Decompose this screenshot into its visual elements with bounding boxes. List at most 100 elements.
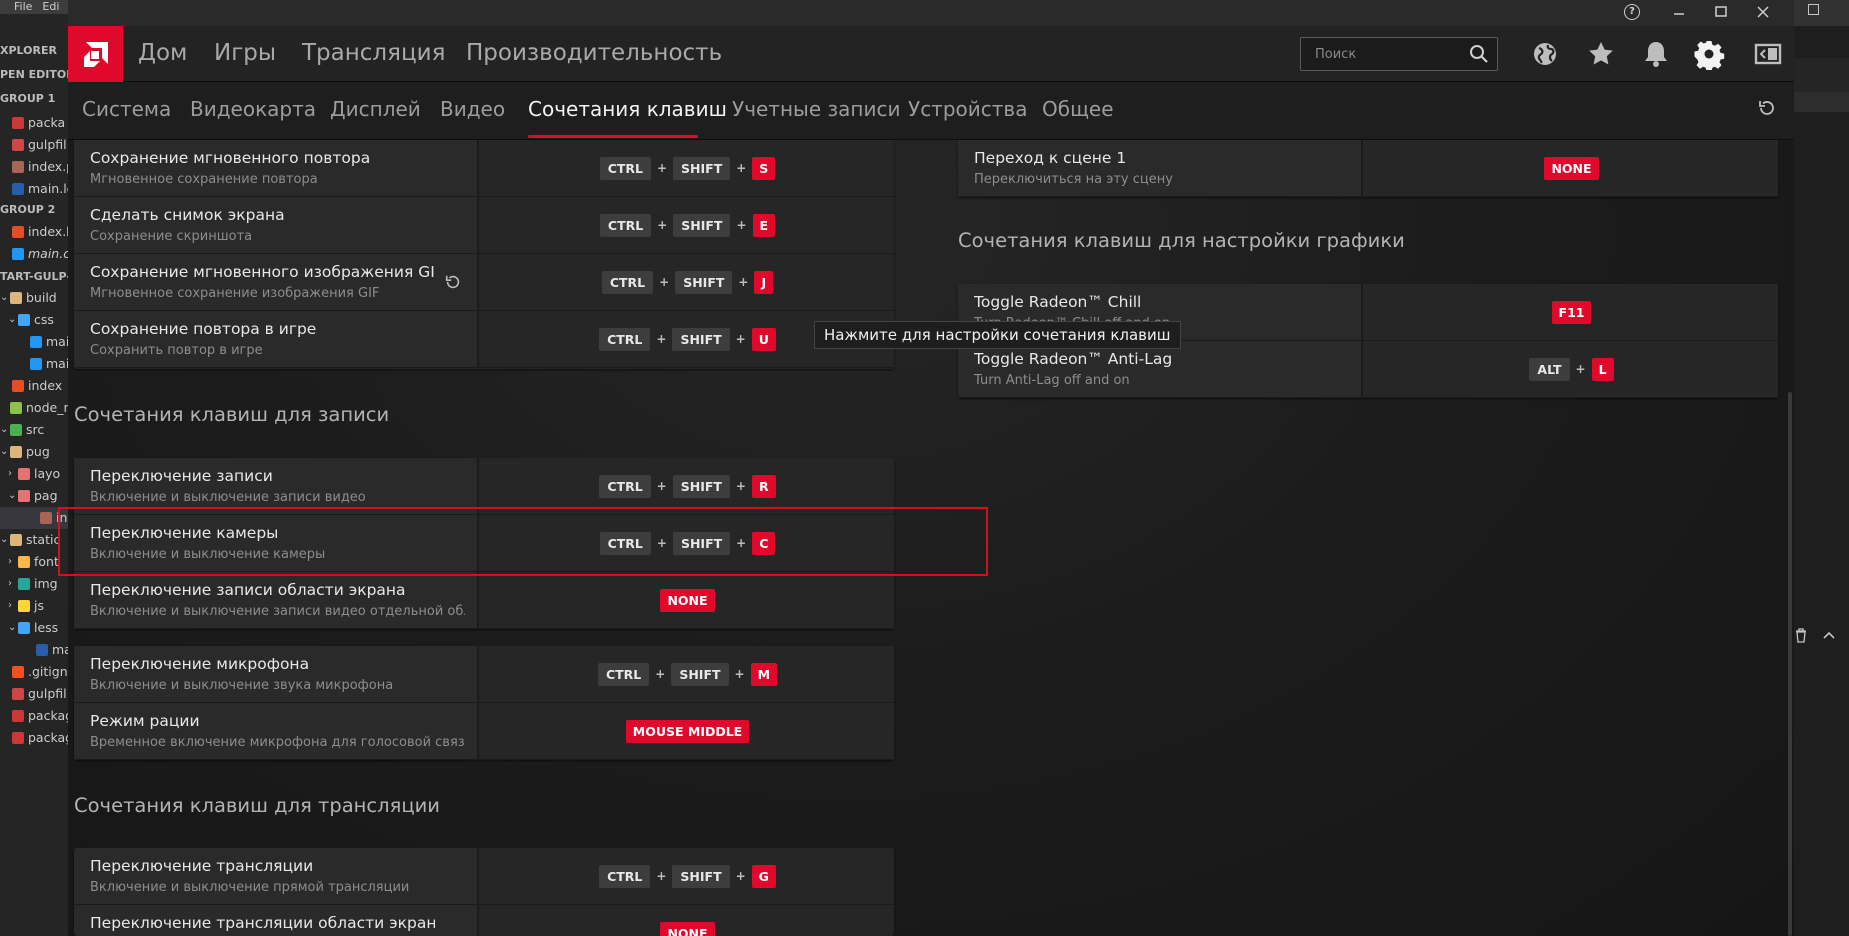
nav-performance[interactable]: Производительность	[466, 40, 722, 66]
explorer-row[interactable]: gulpfil	[0, 683, 70, 705]
vscode-menu-edit[interactable]: Edi	[42, 0, 59, 13]
chevron-up-icon[interactable]	[1822, 628, 1836, 646]
chevron-down-icon: ⌄	[8, 490, 17, 501]
hotkey-binding-button[interactable]: CTRL + SHIFT + J	[481, 254, 894, 310]
hotkey-description: Мгновенное сохранение повтора	[90, 172, 318, 187]
reset-icon[interactable]	[444, 273, 462, 291]
restore-icon[interactable]	[1808, 4, 1819, 15]
explorer-row[interactable]: ⌄ less	[0, 617, 70, 639]
hotkey-binding-button[interactable]: CTRL + SHIFT + S	[481, 140, 894, 196]
explorer-row-label: main	[46, 356, 70, 371]
close-button[interactable]	[1748, 1, 1778, 23]
explorer-row[interactable]: TART-GULP-4	[0, 266, 70, 288]
explorer-row[interactable]: ⌄ build	[0, 287, 70, 309]
key-ctrl: CTRL	[599, 213, 652, 237]
nav-home[interactable]: Дом	[138, 40, 187, 66]
tab-general[interactable]: Общее	[1042, 97, 1114, 121]
globe-icon[interactable]	[1529, 38, 1561, 70]
vscode-menu-file[interactable]: File	[14, 0, 32, 13]
sidebar-toggle-icon[interactable]	[1752, 38, 1784, 70]
minimize-button[interactable]	[1664, 1, 1694, 23]
explorer-row-label: main	[46, 334, 70, 349]
tab-display[interactable]: Дисплей	[330, 97, 421, 121]
explorer-row[interactable]: ma	[0, 639, 70, 661]
tab-accounts[interactable]: Учетные записи	[732, 97, 900, 121]
explorer-row[interactable]: › layo	[0, 463, 70, 485]
section-title-graphics: Сочетания клавиш для настройки графики	[958, 229, 1405, 252]
tab-video[interactable]: Видео	[440, 97, 505, 121]
nav-games[interactable]: Игры	[214, 40, 276, 66]
explorer-row-label: index	[28, 378, 63, 393]
hotkey-binding-button[interactable]: CTRL + SHIFT + R	[481, 458, 894, 514]
font-folder-icon	[18, 556, 30, 568]
explorer-row[interactable]: ⌄ src	[0, 419, 70, 441]
hotkey-label-cell: Сохранение повтора в игре Сохранить повто…	[74, 311, 479, 367]
tab-devices[interactable]: Устройства	[908, 97, 1027, 121]
nav-streaming[interactable]: Трансляция	[302, 40, 445, 66]
explorer-row[interactable]: PEN EDITORS	[0, 64, 70, 86]
explorer-row-label: packa	[28, 115, 66, 130]
close-icon	[1757, 6, 1769, 18]
explorer-row[interactable]: ⌄ pug	[0, 441, 70, 463]
hotkey-binding-button[interactable]: CTRL + SHIFT + M	[481, 646, 894, 702]
hotkey-row-переход-к-сцене-1: Переход к сцене 1 Переключиться на эту сц…	[958, 140, 1778, 197]
hotkey-binding-button[interactable]: F11	[1365, 284, 1778, 340]
explorer-row[interactable]: main	[0, 353, 70, 375]
hotkey-description: Включение и выключение записи видео	[90, 490, 366, 505]
explorer-row[interactable]: GROUP 1	[0, 88, 70, 110]
hotkey-binding-button[interactable]: CTRL + SHIFT + G	[481, 848, 894, 904]
explorer-row[interactable]: › img	[0, 573, 70, 595]
maximize-button[interactable]	[1706, 1, 1736, 23]
hotkey-label-cell: Переключение трансляции области экрана	[74, 905, 479, 936]
search-input[interactable]	[1301, 38, 1466, 70]
explorer-row[interactable]: GROUP 2	[0, 199, 70, 221]
content-scrollbar[interactable]	[1788, 392, 1792, 936]
hotkey-binding-button[interactable]: ALT + L	[1365, 341, 1778, 397]
search-icon[interactable]	[1469, 44, 1489, 64]
explorer-row[interactable]: packag	[0, 705, 70, 727]
tab-hotkeys[interactable]: Сочетания клавиш	[528, 97, 727, 121]
hotkey-title: Toggle Radeon™ Chill	[974, 293, 1142, 311]
explorer-row[interactable]: packag	[0, 727, 70, 749]
explorer-row[interactable]: › js	[0, 595, 70, 617]
star-icon[interactable]	[1585, 38, 1617, 70]
hotkey-label-cell: Переключение записи области экрана Включе…	[74, 572, 479, 628]
gulp-icon	[12, 688, 24, 700]
explorer-row[interactable]: index.h	[0, 221, 70, 243]
hotkey-label-cell: Сохранение мгновенного изображения GIF Мг…	[74, 254, 479, 310]
css-icon	[30, 358, 42, 370]
amd-logo[interactable]	[68, 26, 123, 82]
gear-icon[interactable]	[1693, 38, 1725, 70]
explorer-row[interactable]: packa	[0, 112, 70, 134]
hotkey-binding-button[interactable]: NONE	[1365, 140, 1778, 196]
maximize-icon	[1715, 6, 1727, 17]
explorer-row[interactable]: ⌄ css	[0, 309, 70, 331]
tab-system[interactable]: Система	[82, 97, 171, 121]
explorer-row[interactable]: main.c	[0, 243, 70, 265]
explorer-row[interactable]: index.p	[0, 156, 70, 178]
tab-graphics[interactable]: Видеокарта	[190, 97, 316, 121]
explorer-row[interactable]: XPLORER	[0, 40, 70, 62]
key-r: R	[751, 474, 776, 498]
hotkey-binding-button[interactable]: NONE	[481, 905, 894, 936]
trash-icon[interactable]	[1794, 628, 1808, 647]
help-button[interactable]: ?	[1618, 1, 1648, 23]
explorer-row[interactable]: ⌄ pag	[0, 485, 70, 507]
explorer-row[interactable]: main	[0, 331, 70, 353]
hotkey-binding-button[interactable]: MOUSE MIDDLE	[481, 703, 894, 759]
less-folder-icon	[18, 622, 30, 634]
vscode-editor-edge	[1794, 0, 1849, 936]
hotkey-description: Включение и выключение звука микрофона	[90, 678, 394, 693]
explorer-row[interactable]: .gitign	[0, 661, 70, 683]
hotkey-binding-button[interactable]: CTRL + SHIFT + E	[481, 197, 894, 253]
reset-icon[interactable]	[1757, 98, 1777, 118]
key-shift: SHIFT	[675, 270, 733, 294]
hotkey-binding-button[interactable]: NONE	[481, 572, 894, 628]
explorer-row[interactable]: node_m	[0, 397, 70, 419]
explorer-row[interactable]: gulpfil	[0, 134, 70, 156]
explorer-row-label: packag	[28, 708, 70, 723]
html-icon	[12, 226, 24, 238]
explorer-row[interactable]: main.le	[0, 178, 70, 200]
bell-icon[interactable]	[1640, 38, 1672, 70]
explorer-row[interactable]: index	[0, 375, 70, 397]
